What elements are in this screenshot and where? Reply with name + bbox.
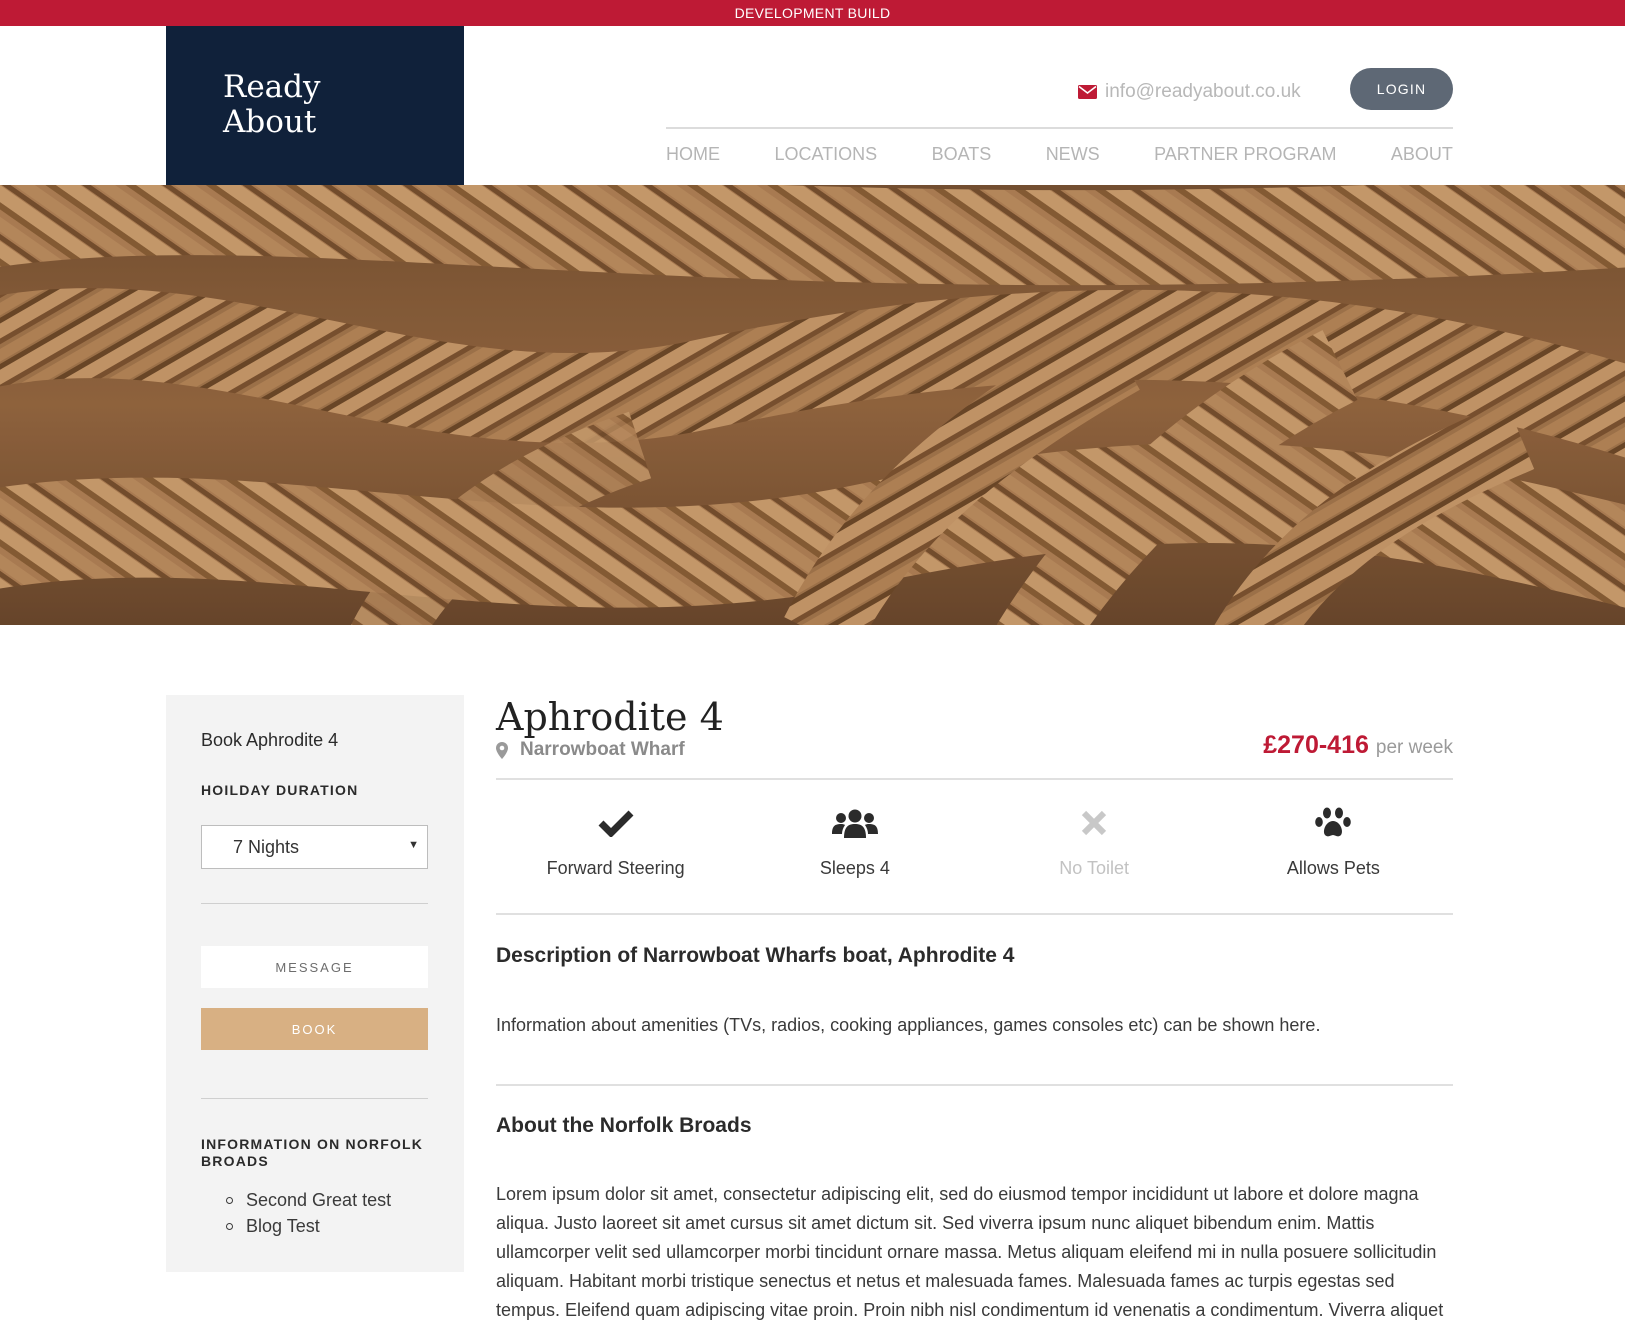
feature-item: No Toilet (975, 773, 1214, 907)
about-text: Lorem ipsum dolor sit amet, consectetur … (496, 1184, 1444, 1330)
feature-label: Allows Pets (1286, 858, 1380, 878)
paw-icon (1315, 807, 1352, 837)
check-icon (598, 810, 634, 837)
feature-label: No Toilet (1059, 858, 1129, 878)
site-logo[interactable]: Ready About (166, 26, 464, 185)
info-label: INFORMATION ON NORFOLK BROADS (201, 1136, 424, 1169)
contact-email[interactable]: info@readyabout.co.uk (1078, 78, 1301, 106)
logo-line-2: About (223, 104, 317, 140)
nav-home[interactable]: HOME (666, 144, 720, 165)
description-divider (496, 1084, 1453, 1086)
envelope-icon (1078, 85, 1097, 99)
description-text: Information about amenities (TVs, radios… (496, 1015, 1321, 1035)
boat-location: Narrowboat Wharf (496, 739, 685, 761)
caret-down-icon: ▼ (408, 839, 419, 851)
nav-about[interactable]: ABOUT (1391, 144, 1453, 165)
feature-item: Sleeps 4 (735, 773, 974, 907)
message-button[interactable]: MESSAGE (201, 946, 428, 988)
booking-title: Book Aphrodite 4 (201, 730, 339, 750)
feature-item: Forward Steering (496, 773, 735, 907)
duration-selected-value: 7 Nights (233, 837, 300, 857)
info-links: Second Great test Blog Test (226, 1187, 391, 1239)
nav-partner-program[interactable]: PARTNER PROGRAM (1154, 144, 1336, 165)
book-button[interactable]: BOOK (201, 1008, 428, 1050)
email-link[interactable]: info@readyabout.co.uk (1105, 81, 1301, 103)
info-link-item[interactable]: Second Great test (226, 1187, 391, 1213)
feature-item: Allows Pets (1214, 773, 1453, 907)
times-icon (1082, 810, 1107, 836)
nav-divider (666, 127, 1453, 129)
nav-news[interactable]: NEWS (1046, 144, 1100, 165)
about-heading: About the Norfolk Broads (496, 1114, 752, 1137)
booking-sidebar: Book Aphrodite 4 HOILDAY DURATION 7 Nigh… (166, 695, 464, 1272)
sidebar-divider (201, 903, 428, 904)
feature-label: Forward Steering (546, 858, 685, 878)
site-header: Ready About info@readyabout.co.uk LOGIN … (0, 26, 1625, 185)
features-divider (496, 913, 1453, 915)
login-button[interactable]: LOGIN (1350, 68, 1453, 110)
boat-title: Aphrodite 4 (496, 695, 724, 739)
nav-boats[interactable]: BOATS (932, 144, 992, 165)
description-heading: Description of Narrowboat Wharfs boat, A… (496, 944, 1015, 967)
duration-select[interactable]: 7 Nights ▼ (201, 825, 428, 869)
hero-rope-image (0, 185, 1625, 625)
main-nav: HOME LOCATIONS BOATS NEWS PARTNER PROGRA… (666, 144, 1453, 165)
feature-label: Sleeps 4 (819, 858, 890, 878)
duration-label: HOILDAY DURATION (201, 782, 359, 798)
sidebar-divider (201, 1098, 428, 1099)
price-unit: per week (1375, 737, 1453, 758)
price-amount: £270-416 (1263, 731, 1369, 759)
users-icon (831, 809, 878, 838)
feature-list: Forward Steering Sleeps 4 No Toilet Allo… (496, 773, 1453, 907)
location-name: Narrowboat Wharf (520, 739, 685, 760)
nav-locations[interactable]: LOCATIONS (774, 144, 877, 165)
dev-build-banner: DEVELOPMENT BUILD (0, 0, 1625, 26)
logo-line-1: Ready (223, 69, 321, 105)
map-pin-icon (496, 741, 508, 759)
info-link-item[interactable]: Blog Test (226, 1213, 391, 1239)
rope-texture (0, 185, 1625, 625)
price: £270-416 per week (1263, 731, 1453, 760)
